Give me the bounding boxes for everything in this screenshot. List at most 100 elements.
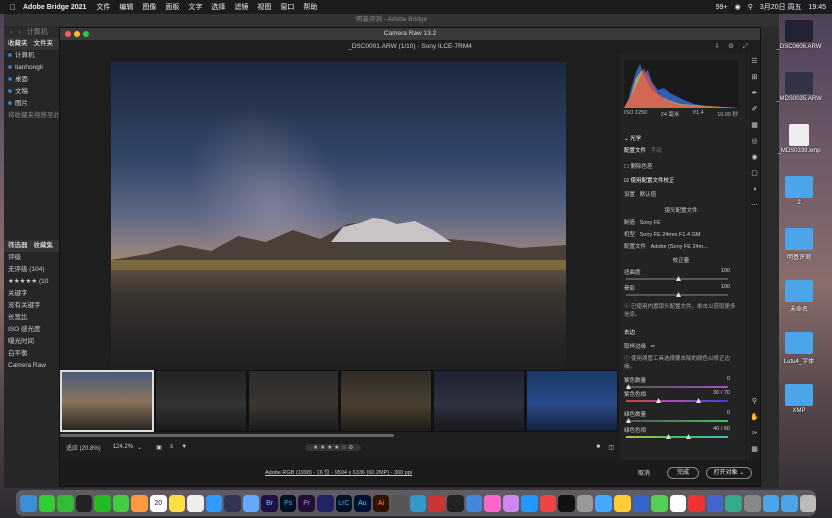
desktop-folder-2[interactable]: 2 xyxy=(768,176,830,206)
sampler-icon[interactable]: ✑ xyxy=(749,426,760,442)
tab-favorites[interactable]: 收藏夹 xyxy=(8,38,28,50)
app-icon[interactable] xyxy=(669,494,687,512)
desktop-folder-review[interactable]: 明基评测 xyxy=(768,228,830,261)
split-view-icon[interactable]: ◫ xyxy=(608,444,614,451)
path-computer[interactable]: 计算机 xyxy=(27,27,48,37)
fav-user[interactable]: ■ tianhongli xyxy=(4,62,63,74)
ps-icon[interactable]: Ps xyxy=(279,494,297,512)
thumbnail[interactable] xyxy=(60,370,154,432)
app-icon[interactable] xyxy=(539,494,557,512)
desktop-file-dsc0606[interactable]: _DSC0606.ARW xyxy=(768,20,830,50)
fav-computer[interactable]: ■ 计算机 xyxy=(4,50,63,62)
desktop-folder-xmp[interactable]: XMP xyxy=(768,384,830,414)
menu-file[interactable]: 文件 xyxy=(96,2,110,12)
distortion-slider[interactable] xyxy=(626,276,728,281)
tv-icon[interactable] xyxy=(558,494,575,512)
time-text[interactable]: 19:45 xyxy=(808,4,826,11)
fit-zoom[interactable]: 适应 (20.8%) xyxy=(66,443,101,452)
more-icon[interactable]: ⋯ xyxy=(749,198,760,214)
cancel-button[interactable]: 取消 xyxy=(638,468,650,477)
gear-icon[interactable]: ⚙ xyxy=(728,40,734,53)
date-text[interactable]: 3月20日 周五 xyxy=(760,2,802,12)
setup-dropdown[interactable]: 设置 默认值 xyxy=(624,190,738,198)
purple-amount-slider[interactable] xyxy=(626,384,728,389)
filter-icon[interactable]: ▼ xyxy=(181,444,187,450)
defringe-header[interactable]: 去边 xyxy=(624,328,738,336)
trash-icon[interactable] xyxy=(799,494,817,512)
search-icon[interactable]: ⚲ xyxy=(748,3,753,11)
davinci-icon[interactable] xyxy=(224,494,241,512)
apple-icon[interactable]:  xyxy=(10,3,16,12)
folder-icon[interactable] xyxy=(762,494,780,512)
reminders-icon[interactable] xyxy=(187,494,204,512)
menu-type[interactable]: 文字 xyxy=(188,2,202,12)
green-amount-slider[interactable] xyxy=(626,418,728,423)
compare-icon[interactable]: ▣ xyxy=(156,444,162,451)
qq-icon[interactable] xyxy=(75,494,93,512)
filter-no-keywords[interactable]: 没有关键字 xyxy=(4,300,63,312)
vignette-slider[interactable] xyxy=(626,292,728,297)
filter-rating[interactable]: 评级 xyxy=(4,252,63,264)
workflow-options-link[interactable]: Adobe RGB (1998) - 16 位 - 9504 x 6336 (6… xyxy=(265,468,412,476)
single-view-icon[interactable]: ■ xyxy=(596,444,600,450)
filter-no-rating[interactable]: 无评级 (104) xyxy=(4,264,63,276)
filter-wb[interactable]: 白平衡 xyxy=(4,348,63,360)
tab-collections[interactable]: 收藏集 xyxy=(34,240,54,252)
main-photo[interactable]: ⚠ xyxy=(111,62,566,395)
zoom-button[interactable] xyxy=(83,31,89,37)
menu-filter[interactable]: 滤镜 xyxy=(234,2,248,12)
app-icon[interactable] xyxy=(428,494,445,512)
audition-icon[interactable]: Au xyxy=(354,494,371,512)
app-icon[interactable] xyxy=(743,494,761,512)
desktop-folder-untitled[interactable]: 未命名 xyxy=(768,280,830,313)
menu-view[interactable]: 视图 xyxy=(257,2,271,12)
media-icon[interactable] xyxy=(317,494,334,512)
premiere-icon[interactable]: Pr xyxy=(298,494,315,512)
zoom-icon[interactable]: ⚲ xyxy=(749,394,760,410)
thumbnail[interactable] xyxy=(154,370,247,432)
filter-aspect[interactable]: 长宽比 xyxy=(4,312,63,324)
thumbnail[interactable] xyxy=(526,370,618,432)
tab-manual[interactable]: 手动 xyxy=(651,148,662,154)
calendar-icon[interactable]: 20 xyxy=(149,494,167,512)
green-hue-slider[interactable] xyxy=(626,434,728,439)
thumbnail[interactable] xyxy=(247,370,340,432)
edit-icon[interactable]: ☰ xyxy=(749,54,760,70)
forward-icon[interactable]: › xyxy=(18,29,20,36)
desktop-folder-font[interactable]: Lutu4_字体 xyxy=(768,332,830,365)
snapshot-icon[interactable]: ▢ xyxy=(749,166,760,182)
hand-icon[interactable]: ✋ xyxy=(749,410,760,426)
fav-desktop[interactable]: ■ 桌面 xyxy=(4,74,63,86)
app-icon[interactable] xyxy=(521,494,538,512)
menu-help[interactable]: 帮助 xyxy=(303,2,317,12)
remove-chroma-checkbox[interactable]: ☐ 删除色差 xyxy=(624,162,738,170)
sort-icon[interactable]: ≡ xyxy=(170,444,174,450)
tab-filter[interactable]: 筛选器 xyxy=(8,240,28,252)
menu-window[interactable]: 窗口 xyxy=(280,2,294,12)
desktop-file-mds0035[interactable]: _MDS0035.ARW xyxy=(768,72,830,102)
battery-status[interactable]: 99+ xyxy=(716,4,728,11)
done-button[interactable]: 完成 xyxy=(667,467,699,479)
finder-icon[interactable] xyxy=(20,494,37,512)
filter-iso[interactable]: ISO 感光度 xyxy=(4,324,63,336)
thumbnail[interactable] xyxy=(433,370,526,432)
lightroom-icon[interactable]: LrC xyxy=(335,494,353,512)
app-icon[interactable] xyxy=(595,494,612,512)
illustrator-icon[interactable]: Ai xyxy=(372,494,390,512)
photos-icon[interactable] xyxy=(131,494,148,512)
messages-icon[interactable] xyxy=(38,494,56,512)
rating-stars[interactable]: ★ ★ ★ ★ ☆ ⊘ xyxy=(305,443,362,451)
filter-keywords[interactable]: 关键字 xyxy=(4,288,63,300)
fav-pictures[interactable]: ■ 图片 xyxy=(4,98,63,110)
app-icon[interactable] xyxy=(651,494,668,512)
profile-dropdown[interactable]: 配置文件 Adobe (Sony FE 24m... xyxy=(624,242,738,250)
app-icon[interactable] xyxy=(409,494,427,512)
chat-icon[interactable] xyxy=(112,494,130,512)
chevron-down-icon[interactable]: ⌄ xyxy=(137,444,142,451)
close-button[interactable] xyxy=(65,31,71,37)
make-dropdown[interactable]: 制造 Sony FE xyxy=(624,218,738,226)
desktop-file-xmp[interactable]: _MDS0339.xmp xyxy=(768,124,830,154)
thumbnail[interactable] xyxy=(340,370,433,432)
chrome-icon[interactable] xyxy=(614,494,631,512)
filter-camera-raw[interactable]: Camera Raw xyxy=(4,360,63,372)
